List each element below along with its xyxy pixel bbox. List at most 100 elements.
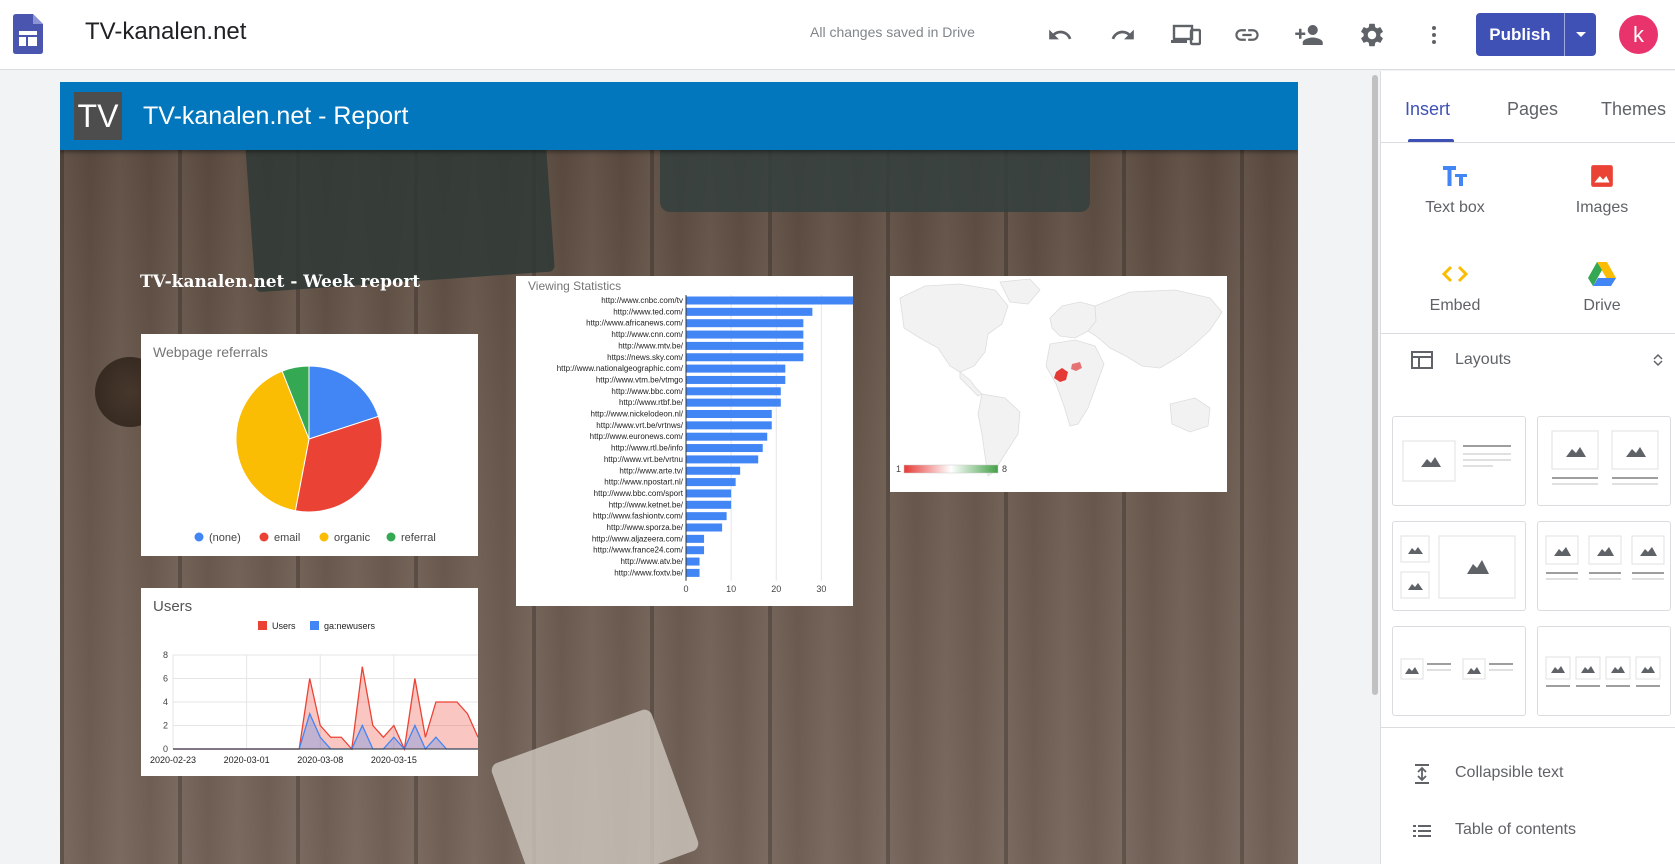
tab-insert[interactable]: Insert [1405,99,1450,120]
insert-embed-button[interactable]: Embed [1395,257,1515,315]
bar[interactable] [686,432,768,441]
geo-chart-card[interactable]: 1 8 [890,276,1227,492]
bar[interactable] [686,387,781,396]
bar[interactable] [686,489,732,498]
bar[interactable] [686,444,763,453]
bar[interactable] [686,512,727,521]
redo-icon[interactable] [1106,18,1140,52]
link-icon[interactable] [1230,18,1264,52]
bar[interactable] [686,319,804,328]
tab-themes[interactable]: Themes [1601,99,1666,120]
more-icon[interactable] [1417,18,1451,52]
scrollbar-thumb[interactable] [1372,75,1378,695]
category-label: http://www.cnn.com/ [611,330,683,339]
publish-dropdown-button[interactable] [1565,13,1596,56]
top-bar: TV-kanalen.net All changes saved in Driv… [0,0,1675,70]
bar[interactable] [686,546,705,555]
layouts-header[interactable]: Layouts [1381,341,1675,377]
world-map: 1 8 [890,276,1227,492]
layouts-divider [1381,727,1675,728]
bar[interactable] [686,398,781,407]
users-chart-card[interactable]: Users 0 2 4 6 8 2020-02-23 2020-03-01 2020-03-0… [141,588,478,776]
background-card [489,707,701,864]
layout-option-5[interactable] [1392,626,1526,716]
x-tick-label: 2020-02-23 [150,755,196,765]
bar[interactable] [686,330,804,339]
category-label: http://www.vrt.be/vrtnu [604,455,683,464]
category-label: https://news.sky.com/ [607,353,684,362]
page-title[interactable]: TV-kanalen.net - Report [143,102,408,131]
site-page: TV TV-kanalen.net - Report TV-kanalen.ne… [60,82,1298,864]
avatar[interactable]: k [1619,15,1658,54]
insert-item-label: Images [1575,199,1629,216]
settings-icon[interactable] [1355,18,1389,52]
bar[interactable] [686,466,741,475]
bar[interactable] [686,455,759,464]
x-tick-label: 30 [816,584,826,594]
legend-label: Users [272,621,296,631]
canvas-scrollbar[interactable] [1370,71,1380,864]
insert-collapsible-text-button[interactable]: Collapsible text [1381,754,1675,794]
layout-option-3[interactable] [1392,521,1526,611]
collapse-icon[interactable] [1652,353,1664,367]
bar[interactable] [686,307,813,316]
legend-label: organic [334,532,371,544]
legend-swatch [319,532,329,542]
bar[interactable] [686,296,853,305]
bar[interactable] [686,341,804,350]
bar[interactable] [686,375,786,384]
publish-button[interactable]: Publish [1476,13,1564,56]
bar[interactable] [686,534,705,543]
caret-down-icon [1575,31,1586,37]
bar[interactable] [686,353,804,362]
geo-scale-min-label: 1 [896,464,901,474]
bar[interactable] [686,410,772,418]
layout-option-6[interactable] [1537,626,1671,716]
bar[interactable] [686,364,786,373]
layout-option-1[interactable] [1392,416,1526,506]
layout-preview-icon [1545,656,1661,687]
category-label: http://www.arte.tv/ [619,466,683,475]
insert-drive-button[interactable]: Drive [1542,257,1662,315]
list-item-label: Table of contents [1455,821,1576,838]
legend-label: ga:newusers [324,621,376,631]
bar[interactable] [686,500,732,509]
viewing-chart-card[interactable]: Viewing Statistics 0 10 20 30 http://www.cnb… [516,276,853,606]
insert-table-of-contents-button[interactable]: Table of contents [1381,811,1675,851]
legend-label: (none) [209,532,241,544]
site-logo[interactable]: TV [74,92,122,140]
referrals-chart-card[interactable]: Webpage referrals (none) email organic refe… [141,334,478,556]
share-icon[interactable] [1292,18,1326,52]
category-label: http://www.cnbc.com/tv [601,296,683,305]
bar[interactable] [686,557,700,566]
list-item-label: Collapsible text [1455,764,1564,781]
layout-option-4[interactable] [1537,521,1671,611]
layout-option-2[interactable] [1537,416,1671,506]
y-tick-label: 0 [163,744,168,754]
area-Users [173,666,478,749]
layout-preview-icon [1400,658,1513,680]
y-tick-label: 8 [163,650,168,660]
category-label: http://www.sporza.be/ [607,523,684,532]
category-label: http://www.vrt.be/vrtnws/ [596,421,683,430]
x-tick-label: 20 [771,584,781,594]
bar[interactable] [686,568,700,577]
page-header[interactable]: TV TV-kanalen.net - Report [60,82,1298,150]
undo-icon[interactable] [1043,18,1077,52]
week-report-heading[interactable]: TV-kanalen.net - Week report [140,272,420,292]
tab-pages[interactable]: Pages [1507,99,1558,120]
legend-swatch [258,621,267,630]
x-tick-label: 2020-03-15 [371,755,417,765]
insert-images-button[interactable]: Images [1542,159,1662,217]
site-title-field[interactable]: TV-kanalen.net [85,18,246,46]
bar[interactable] [686,523,723,532]
insert-item-label: Embed [1429,297,1481,314]
category-label: http://www.rtbf.be/ [619,398,684,407]
bar[interactable] [686,478,736,487]
insert-text-box-button[interactable]: Text box [1395,159,1515,217]
preview-icon[interactable] [1169,18,1203,52]
y-tick-label: 2 [163,721,168,731]
insert-item-label: Text box [1425,199,1485,216]
layout-preview-icon [1551,430,1659,485]
bar[interactable] [686,421,772,430]
